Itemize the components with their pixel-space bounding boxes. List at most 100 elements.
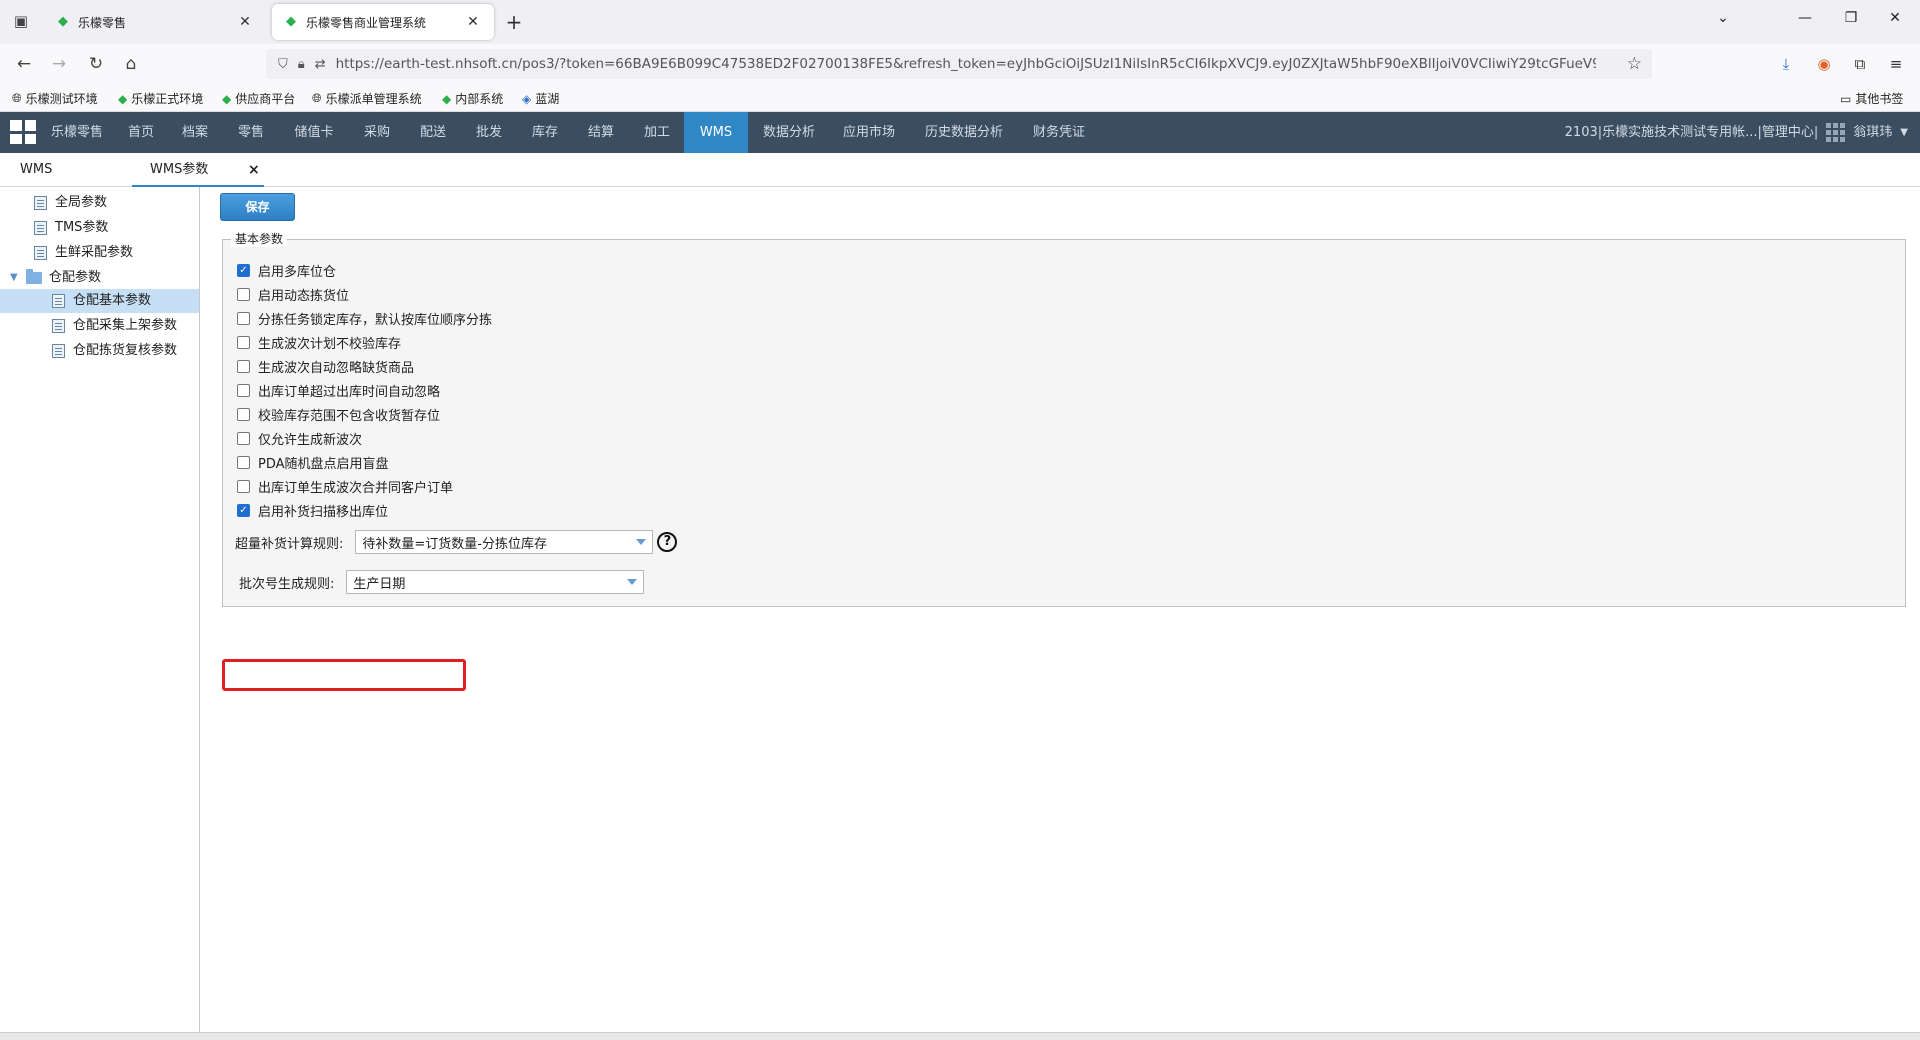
lemon-icon: ◆: [442, 91, 452, 106]
checkbox[interactable]: [237, 359, 250, 373]
bookmark-item[interactable]: ◈ 蓝湖: [522, 90, 559, 107]
document-icon: [34, 196, 47, 210]
menu-item-app-market[interactable]: 应用市场: [836, 112, 902, 153]
url-bar[interactable]: ⛉ 🔒︎ ⇄ https://earth-test.nhsoft.cn/pos3…: [266, 49, 1652, 79]
apps-grid-icon[interactable]: [1826, 123, 1846, 142]
option-row[interactable]: 分拣任务锁定库存，默认按库位顺序分拣: [237, 308, 492, 328]
permissions-icon: ⇄: [314, 56, 326, 72]
option-row[interactable]: PDA随机盘点启用盲盘: [237, 452, 389, 472]
checkbox[interactable]: [237, 311, 250, 325]
app-header: 乐檬零售 首页 档案 零售 储值卡 采购 配送 批发 库存 结算 加工 WMS …: [0, 112, 1920, 153]
sidebar-item-warehouse-shelving[interactable]: 仓配采集上架参数: [52, 314, 198, 338]
minimize-icon[interactable]: —: [1790, 10, 1820, 26]
menu-item-archive[interactable]: 档案: [172, 112, 218, 153]
sidebar-item-warehouse-params[interactable]: ▼ 仓配参数: [10, 266, 194, 290]
option-row[interactable]: 启用动态拣货位: [237, 284, 349, 304]
sidebar-item-fresh-params[interactable]: 生鲜采配参数: [34, 241, 194, 265]
close-tab-icon[interactable]: ✕: [464, 14, 482, 30]
chevron-down-icon: [627, 579, 638, 585]
bookmark-star-icon[interactable]: ☆: [1627, 54, 1642, 74]
batch-rule-select[interactable]: 生产日期: [346, 570, 645, 594]
document-icon: [34, 246, 47, 260]
close-tab-icon[interactable]: ✕: [236, 14, 254, 30]
extensions-icon[interactable]: ⧉: [1848, 53, 1872, 75]
user-name[interactable]: 翁琪玮: [1853, 112, 1892, 153]
folder-icon: ▭: [1840, 91, 1852, 106]
option-row[interactable]: 出库订单超过出库时间自动忽略: [237, 380, 440, 400]
checkbox[interactable]: [237, 383, 250, 397]
checkbox[interactable]: [237, 455, 250, 469]
help-icon[interactable]: ?: [657, 532, 678, 552]
home-icon[interactable]: ⌂: [118, 53, 144, 75]
checkbox[interactable]: [237, 431, 250, 445]
menu-item-history-analysis[interactable]: 历史数据分析: [918, 112, 1010, 153]
bookmark-item[interactable]: 🌐︎ 乐檬派单管理系统: [312, 90, 422, 107]
option-row[interactable]: ✓ 启用补货扫描移出库位: [237, 500, 388, 520]
reload-icon[interactable]: ↻: [83, 53, 109, 75]
lock-icon: 🔒︎: [297, 56, 305, 72]
menu-item-retail[interactable]: 乐檬零售: [44, 112, 110, 153]
menu-item-stored-value[interactable]: 储值卡: [286, 112, 342, 153]
menu-item-finance-voucher[interactable]: 财务凭证: [1026, 112, 1092, 153]
globe-icon: 🌐︎: [312, 91, 322, 105]
restore-icon[interactable]: ❐: [1836, 10, 1866, 26]
checkbox-checked[interactable]: ✓: [237, 503, 250, 517]
save-button[interactable]: 保存: [220, 193, 295, 221]
org-info[interactable]: 2103|乐檬实施技术测试专用帐...|管理中心|: [1565, 112, 1819, 153]
browser-tab-2[interactable]: ◆ 乐檬零售商业管理系统 ✕: [272, 4, 494, 40]
globe-icon: 🌐︎: [12, 91, 22, 105]
checkbox[interactable]: [237, 287, 250, 301]
menu-item-wms[interactable]: WMS: [684, 112, 748, 153]
menu-item-home[interactable]: 首页: [118, 112, 164, 153]
option-row[interactable]: 生成波次自动忽略缺货商品: [237, 356, 414, 376]
forward-icon[interactable]: →: [46, 53, 72, 75]
checkbox[interactable]: [237, 335, 250, 349]
tab-label: WMS参数: [150, 162, 209, 177]
download-icon[interactable]: ⤓: [1774, 53, 1798, 75]
tab-list-icon[interactable]: ▣: [10, 10, 32, 32]
account-icon[interactable]: ◉: [1812, 53, 1836, 75]
sidebar-item-tms-params[interactable]: TMS参数: [34, 216, 194, 240]
close-window-icon[interactable]: ✕: [1880, 10, 1910, 26]
menu-item-data-analysis[interactable]: 数据分析: [756, 112, 822, 153]
back-icon[interactable]: ←: [11, 53, 37, 75]
menu-icon[interactable]: ≡: [1884, 53, 1908, 75]
sidebar-item-warehouse-picking[interactable]: 仓配拣货复核参数: [52, 339, 198, 363]
bookmark-item[interactable]: ◆ 乐檬正式环境: [118, 90, 203, 107]
user-dropdown-icon[interactable]: ▼: [1900, 112, 1908, 153]
document-icon: [52, 344, 65, 358]
browser-tab-1[interactable]: ◆ 乐檬零售 ✕: [44, 4, 266, 40]
sidebar-item-warehouse-basic[interactable]: 仓配基本参数: [0, 289, 199, 313]
menu-item-wholesale[interactable]: 批发: [466, 112, 512, 153]
option-row[interactable]: 生成波次计划不校验库存: [237, 332, 401, 352]
app-grid-logo-icon[interactable]: [10, 120, 36, 144]
checkbox[interactable]: [237, 479, 250, 493]
bookmark-item[interactable]: ◆ 内部系统: [442, 90, 503, 107]
other-bookmarks[interactable]: ▭ 其他书签: [1840, 90, 1903, 107]
replenish-rule-select[interactable]: 待补数量=订货数量-分拣位库存: [355, 530, 654, 554]
menu-item-settlement[interactable]: 结算: [578, 112, 624, 153]
expand-arrow-icon[interactable]: ▼: [10, 266, 20, 290]
new-tab-button[interactable]: +: [502, 12, 526, 32]
tab-wms-params[interactable]: WMS参数: [132, 153, 264, 187]
menu-item-sales[interactable]: 零售: [228, 112, 274, 153]
option-row[interactable]: 仅允许生成新波次: [237, 428, 362, 448]
close-tab-icon[interactable]: ×: [248, 153, 264, 187]
bookmark-item[interactable]: 🌐︎ 乐檬测试环境: [12, 90, 98, 107]
menu-item-processing[interactable]: 加工: [634, 112, 680, 153]
menu-item-purchase[interactable]: 采购: [354, 112, 400, 153]
option-row[interactable]: ✓ 启用多库位仓: [237, 260, 336, 280]
browser-navbar: ← → ↻ ⌂ ⛉ 🔒︎ ⇄ https://earth-test.nhsoft…: [0, 44, 1920, 84]
tab-overflow-icon[interactable]: ⌄: [1708, 10, 1738, 26]
sidebar-item-global-params[interactable]: 全局参数: [34, 191, 194, 215]
tab-wms[interactable]: WMS: [20, 153, 120, 187]
browser-tabstrip: ▣ ◆ 乐檬零售 ✕ ◆ 乐檬零售商业管理系统 ✕ + ⌄ — ❐ ✕: [0, 0, 1920, 44]
option-row[interactable]: 校验库存范围不包含收货暂存位: [237, 404, 440, 424]
checkbox-checked[interactable]: ✓: [237, 263, 250, 277]
menu-item-inventory[interactable]: 库存: [522, 112, 568, 153]
bookmark-item[interactable]: ◆ 供应商平台: [222, 90, 295, 107]
menu-item-distribution[interactable]: 配送: [410, 112, 456, 153]
option-row-merge-orders[interactable]: 出库订单生成波次合并同客户订单: [237, 476, 453, 496]
url-text: https://earth-test.nhsoft.cn/pos3/?token…: [335, 56, 1596, 72]
checkbox[interactable]: [237, 407, 250, 421]
